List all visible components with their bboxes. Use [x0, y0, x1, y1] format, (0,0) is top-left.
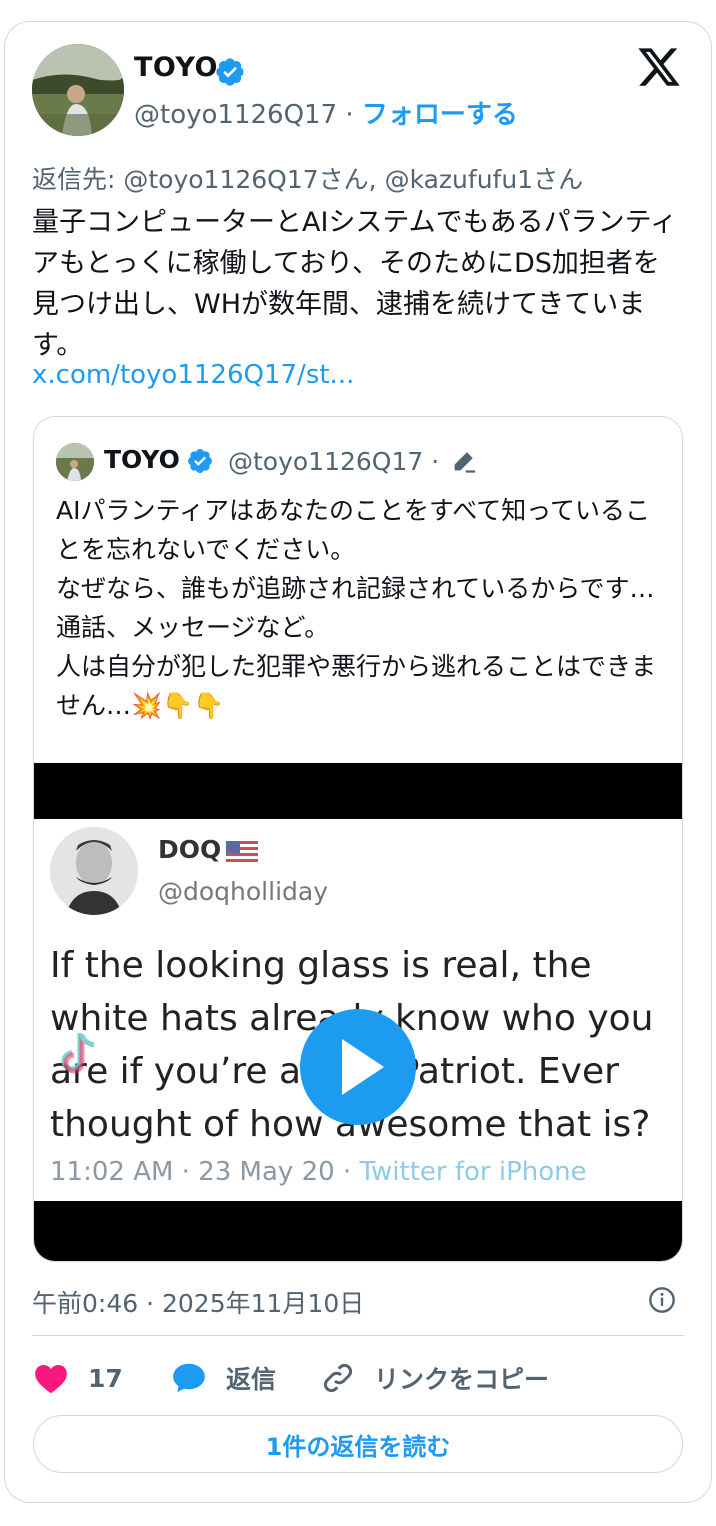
quoted-video-player[interactable]: DOQ @doqholliday If the looking glass is…	[34, 763, 682, 1261]
heart-icon	[35, 1365, 67, 1394]
reply-to-line: 返信先: @toyo1126Q17さん, @kazufufu1さん	[32, 165, 584, 194]
read-replies-button[interactable]: 1件の返信を読む	[33, 1415, 683, 1473]
us-flag-icon	[226, 841, 258, 863]
like-count: 17	[88, 1363, 123, 1393]
tweet-timestamp[interactable]: 午前0:46 · 2025年11月10日	[32, 1284, 364, 1320]
reply-label: 返信	[226, 1365, 277, 1394]
play-icon	[342, 1039, 384, 1095]
divider	[32, 1335, 684, 1336]
quoted-author-handle: @toyo1126Q17	[228, 447, 424, 476]
copy-link-label: リンクをコピー	[374, 1365, 550, 1394]
quoted-author-handle-row: @toyo1126Q17 ·	[228, 447, 439, 476]
author-name[interactable]: TOYO	[134, 52, 218, 83]
play-button[interactable]	[300, 1009, 416, 1125]
tweet-link[interactable]: x.com/toyo1126Q17/st...	[32, 360, 354, 390]
edited-pencil-icon	[454, 452, 476, 473]
doq-tweet-meta: 11:02 AM · 23 May 20 · Twitter for iPhon…	[50, 1157, 587, 1187]
doq-handle: @doqholliday	[158, 877, 328, 906]
reply-bubble-icon	[173, 1363, 205, 1393]
quoted-separator-dot: ·	[431, 447, 440, 476]
follow-button[interactable]: フォローする	[362, 100, 518, 130]
link-icon	[324, 1364, 352, 1392]
separator-dot: ·	[345, 100, 354, 130]
video-frame-screenshot: DOQ @doqholliday If the looking glass is…	[34, 819, 682, 1201]
like-button[interactable]: 17	[32, 1356, 123, 1400]
doq-avatar	[50, 827, 138, 915]
quoted-author-avatar[interactable]	[56, 443, 94, 481]
reply-button[interactable]: 返信	[170, 1356, 276, 1400]
author-avatar[interactable]	[32, 44, 124, 136]
action-bar: 17 返信 リンクをコピー	[32, 1356, 684, 1400]
author-handle[interactable]: @toyo1126Q17	[134, 100, 337, 130]
info-icon[interactable]	[648, 1286, 676, 1314]
x-logo-icon[interactable]	[636, 44, 682, 90]
quoted-tweet-text: AIパランティアはあなたのことをすべて知っていることを忘れないでください。 なぜ…	[56, 496, 657, 720]
verified-badge-icon	[216, 58, 244, 86]
quoted-verified-badge-icon	[188, 449, 212, 473]
doq-tweet-time: 11:02 AM · 23 May 20 ·	[50, 1157, 360, 1187]
doq-name: DOQ	[158, 835, 222, 864]
quoted-author-name[interactable]: TOYO	[104, 445, 180, 474]
tiktok-watermark-icon	[61, 1033, 95, 1074]
tweet-body-text: 量子コンピューターとAIシステムでもあるパランティアもとっくに稼働しており、その…	[32, 207, 678, 361]
doq-tweet-source: Twitter for iPhone	[359, 1157, 587, 1187]
copy-link-button[interactable]: リンクをコピー	[320, 1356, 549, 1400]
author-handle-row: @toyo1126Q17 · フォローする	[134, 94, 518, 131]
quoted-tweet[interactable]: TOYO @toyo1126Q17 · AIパランティアはあなたのことをすべて知…	[33, 416, 683, 1262]
